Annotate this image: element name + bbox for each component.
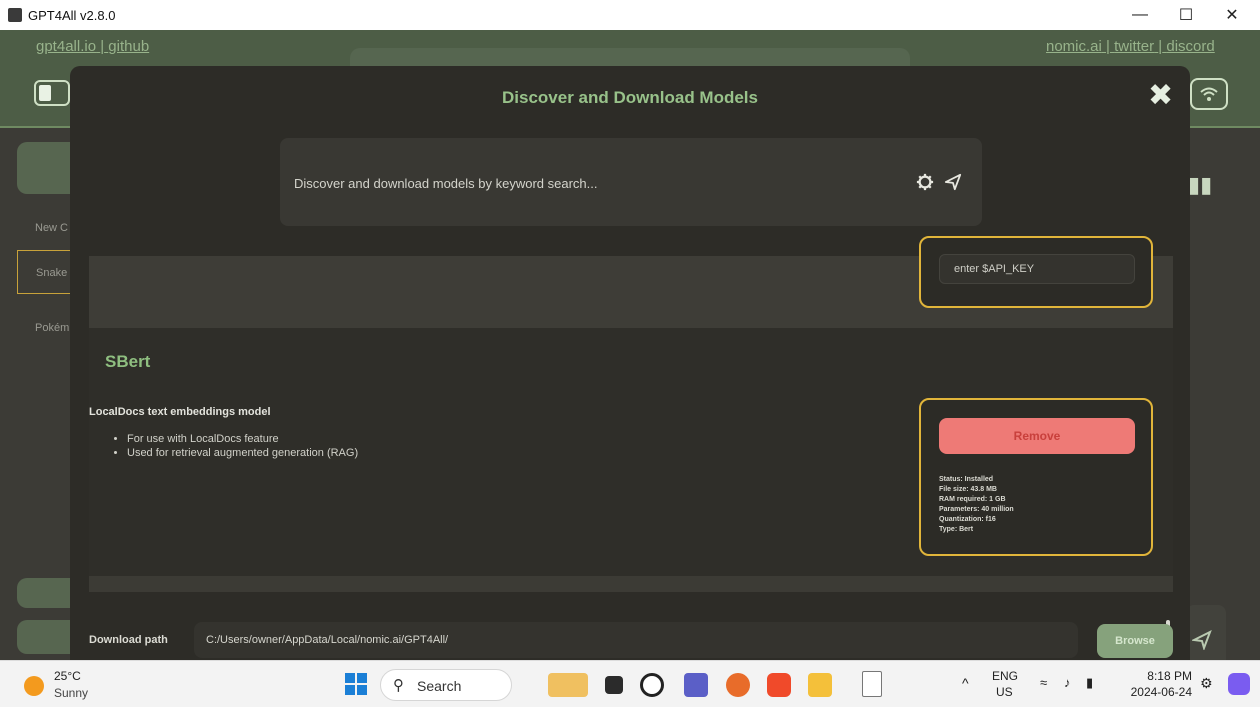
network-icon[interactable] — [1190, 78, 1228, 110]
next-model-card — [89, 576, 1173, 592]
close-dialog-button[interactable]: ✖ — [1148, 80, 1173, 112]
send-icon[interactable] — [1190, 629, 1212, 656]
weather-temperature[interactable]: 25°C — [54, 669, 81, 683]
chevron-up-icon[interactable]: ^ — [962, 675, 969, 691]
api-key-input[interactable]: enter $API_KEY — [939, 254, 1135, 284]
thumbs-icon: ▮▮ — [1188, 172, 1213, 197]
model-card-sbert: SBert LocalDocs text embeddings model Fo… — [89, 328, 1173, 638]
link-discord[interactable]: discord — [1166, 38, 1214, 55]
sun-icon[interactable] — [24, 676, 44, 696]
task-view-icon[interactable] — [605, 676, 623, 694]
info-ram: RAM required: 1 GB — [939, 496, 1006, 503]
clock-time[interactable]: 8:18 PM — [1132, 669, 1192, 683]
link-github[interactable]: github — [108, 38, 149, 55]
info-file-size: File size: 43.8 MB — [939, 486, 997, 493]
info-parameters: Parameters: 40 million — [939, 506, 1014, 513]
model-info-lines: Status: Installed File size: 43.8 MB RAM… — [939, 475, 1014, 535]
link-separator: | — [100, 38, 105, 55]
model-list: enter $API_KEY SBert LocalDocs text embe… — [89, 236, 1173, 638]
api-key-panel: enter $API_KEY — [919, 236, 1153, 308]
sidebar-toggle-button[interactable] — [34, 80, 70, 106]
teams-icon[interactable] — [684, 673, 708, 697]
taskbar-search[interactable]: ⚲ Search — [380, 669, 512, 701]
remove-button[interactable]: Remove — [939, 418, 1135, 454]
search-icon: ⚲ — [393, 677, 404, 694]
brave-icon[interactable] — [767, 673, 791, 697]
window-title: GPT4All v2.8.0 — [28, 7, 116, 23]
info-type: Type: Bert — [939, 526, 974, 533]
info-status: Status: Installed — [939, 476, 994, 483]
minimize-button[interactable]: — — [1117, 0, 1163, 30]
info-quantization: Quantization: f16 — [939, 516, 996, 523]
language-indicator[interactable]: ENG — [992, 669, 1018, 683]
link-twitter[interactable]: twitter — [1114, 38, 1154, 55]
dialog-title: Discover and Download Models — [502, 88, 758, 107]
list-item: For use with LocalDocs feature — [127, 432, 358, 446]
link-separator: | — [1106, 38, 1110, 55]
discover-models-dialog: Discover and Download Models ✖ Discover … — [70, 66, 1190, 660]
link-gpt4all[interactable]: gpt4all.io — [36, 38, 96, 55]
widget-app-icon[interactable] — [548, 673, 588, 697]
app-icon — [8, 8, 22, 22]
browse-button[interactable]: Browse — [1097, 624, 1173, 658]
search-input[interactable]: Discover and download models by keyword … — [294, 176, 597, 191]
taskbar-search-label: Search — [417, 678, 462, 694]
weather-condition[interactable]: Sunny — [54, 686, 88, 700]
wifi-icon — [1200, 87, 1218, 101]
header-right-links: nomic.ai | twitter | discord — [1046, 38, 1215, 55]
close-window-button[interactable]: ✕ — [1209, 0, 1255, 30]
model-description: LocalDocs text embeddings model — [89, 406, 271, 418]
header-left-links: gpt4all.io | github — [36, 38, 149, 55]
model-info-panel: Remove Status: Installed File size: 43.8… — [919, 398, 1153, 556]
clock-date[interactable]: 2024-06-24 — [1112, 685, 1192, 699]
region-indicator[interactable]: US — [996, 685, 1013, 699]
link-separator: | — [1158, 38, 1163, 55]
start-icon[interactable] — [345, 673, 367, 695]
send-arrow-icon — [1190, 629, 1212, 652]
list-item: Used for retrieval augmented generation … — [127, 446, 358, 460]
notification-icon[interactable]: ⚙ — [1200, 675, 1213, 692]
model-search-box[interactable]: Discover and download models by keyword … — [280, 138, 982, 226]
download-path-label: Download path — [89, 634, 168, 646]
download-path-input[interactable]: C:/Users/owner/AppData/Local/nomic.ai/GP… — [194, 622, 1078, 658]
model-bullet-list: For use with LocalDocs feature Used for … — [127, 432, 358, 460]
volume-icon[interactable]: ♪ — [1064, 675, 1071, 690]
maximize-button[interactable]: ☐ — [1163, 0, 1209, 30]
link-nomic[interactable]: nomic.ai — [1046, 38, 1102, 55]
file-explorer-icon[interactable] — [808, 673, 832, 697]
document-app-icon[interactable] — [862, 671, 882, 697]
opera-icon[interactable] — [726, 673, 750, 697]
wifi-icon[interactable]: ≈ — [1040, 675, 1047, 690]
send-search-icon[interactable] — [944, 173, 962, 191]
battery-icon[interactable]: ▮ — [1086, 675, 1093, 691]
gear-icon[interactable] — [916, 173, 934, 191]
windows-taskbar: 25°C Sunny ⚲ Search ^ ENG US ≈ ♪ ▮ 8:18 … — [0, 660, 1260, 707]
window-titlebar: GPT4All v2.8.0 — ☐ ✕ — [0, 0, 1260, 30]
model-name: SBert — [105, 352, 151, 371]
copilot-icon[interactable] — [1228, 673, 1250, 695]
whatsapp-icon[interactable] — [640, 673, 664, 697]
